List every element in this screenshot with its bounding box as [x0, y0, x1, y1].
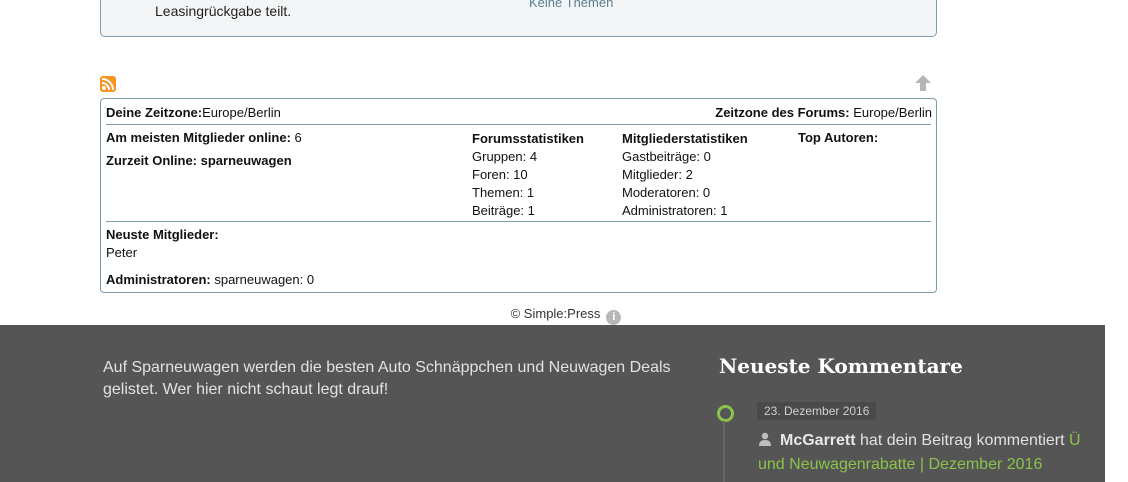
most-online-label: Am meisten Mitglieder online:: [106, 130, 291, 145]
user-timezone-label: Deine Zeitzone:: [106, 105, 203, 120]
newest-member-link[interactable]: Peter: [106, 245, 137, 260]
divider: [106, 124, 931, 125]
stat-groups: Gruppen: 4: [472, 149, 538, 164]
rss-icon[interactable]: [100, 76, 116, 92]
user-timezone-value: Europe/Berlin: [202, 105, 281, 120]
group-description: Leasingrückgabe teilt.: [155, 3, 292, 19]
forum-stats-heading: Forumsstatistiken: [472, 131, 584, 146]
user-icon: [758, 430, 772, 446]
timeline-dot-icon: [717, 405, 734, 422]
currently-online: Zurzeit Online: sparneuwagen: [106, 153, 292, 168]
divider: [106, 221, 931, 222]
member-statistics: Mitgliederstatistiken Gastbeiträge: 0 Mi…: [622, 130, 748, 220]
previous-group-box: Leasingrückgabe teilt. Keine Themen: [100, 0, 937, 37]
most-online-value: 6: [290, 130, 302, 145]
most-online: Am meisten Mitglieder online: 6: [106, 130, 302, 145]
simplepress-link[interactable]: © Simple:Press: [511, 306, 601, 321]
forum-timezone: Zeitzone des Forums: Europe/Berlin: [715, 105, 932, 120]
stat-posts: Beiträge: 1: [472, 203, 535, 218]
stat-guest-posts: Gastbeiträge: 0: [622, 149, 711, 164]
recent-comments-heading: Neueste Kommentare: [719, 354, 963, 378]
copyright: © Simple:Press i: [0, 306, 1128, 325]
stat-moderators: Moderatoren: 0: [622, 185, 711, 200]
member-stats-heading: Mitgliederstatistiken: [622, 131, 748, 146]
forum-stats-panel: Deine Zeitzone:Europe/Berlin Zeitzone de…: [100, 98, 937, 293]
administrators-value[interactable]: sparneuwagen: 0: [211, 272, 314, 287]
comment-action: hat dein Beitrag kommentiert: [855, 432, 1070, 449]
comment-entry: McGarrett hat dein Beitrag kommentiert Ü…: [758, 429, 1105, 477]
administrators-label: Administratoren:: [106, 272, 211, 287]
scroll-up-icon[interactable]: [914, 74, 932, 92]
administrators: Administratoren: sparneuwagen: 0: [106, 272, 314, 287]
stat-members: Mitglieder: 2: [622, 167, 693, 182]
stat-topics: Themen: 1: [472, 185, 535, 200]
stat-admins: Administratoren: 1: [622, 203, 728, 218]
user-timezone: Deine Zeitzone:Europe/Berlin: [106, 105, 281, 120]
info-icon[interactable]: i: [606, 310, 622, 325]
footer-about-text: Auf Sparneuwagen werden die besten Auto …: [103, 359, 671, 398]
timeline-line: [723, 421, 725, 482]
comment-author[interactable]: McGarrett: [780, 432, 856, 449]
forum-statistics: Forumsstatistiken Gruppen: 4 Foren: 10 T…: [472, 130, 584, 220]
forum-timezone-label: Zeitzone des Forums:: [715, 105, 850, 120]
stat-forums: Foren: 10: [472, 167, 528, 182]
site-footer: Auf Sparneuwagen werden die besten Auto …: [0, 325, 1105, 482]
no-topics-text: Keine Themen: [529, 0, 614, 10]
forum-timezone-value: Europe/Berlin: [849, 105, 932, 120]
top-authors-heading: Top Autoren:: [798, 130, 879, 145]
comment-date: 23. Dezember 2016: [757, 402, 877, 420]
newest-members-label: Neuste Mitglieder:: [106, 227, 219, 242]
